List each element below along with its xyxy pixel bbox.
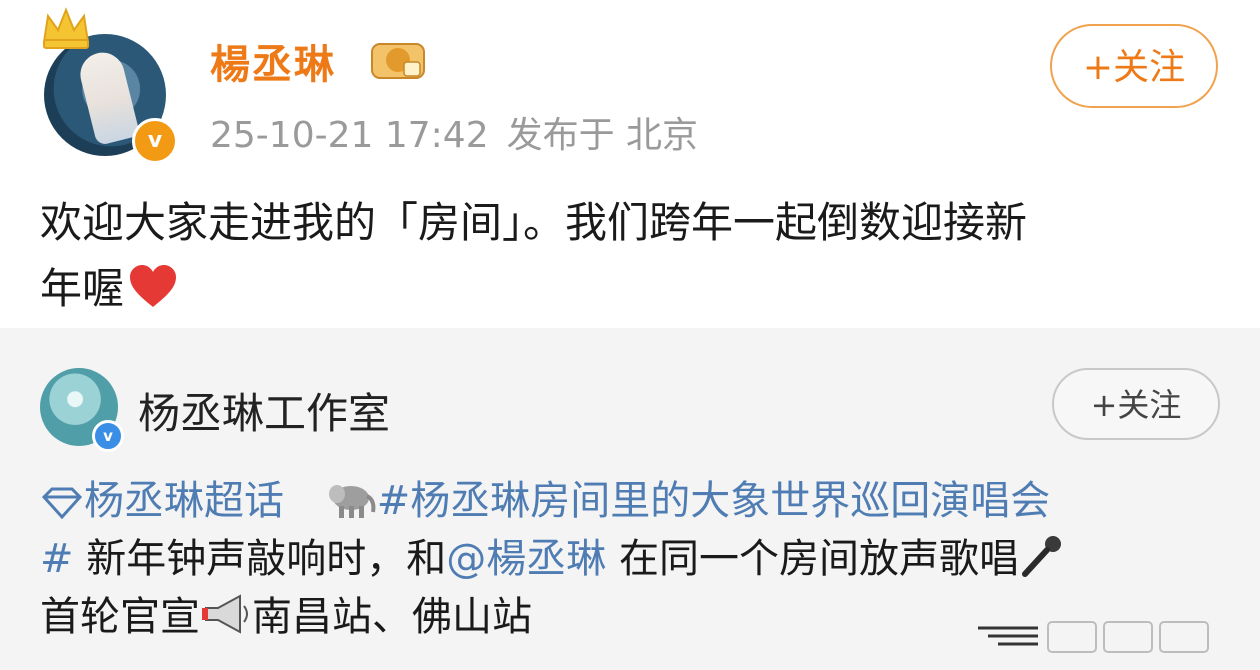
repost-line-2: # 新年钟声敲响时，和@楊丞琳 在同一个房间放声歌唱	[40, 530, 1230, 588]
repost-follow-button[interactable]: +关注	[1052, 368, 1220, 440]
avatar-figure	[75, 48, 141, 146]
post-text-line-1: 欢迎大家走进我的「房间」。我们跨年一起倒数迎接新	[40, 198, 1028, 247]
elephant-icon	[328, 485, 376, 518]
repost-line-3-text-2: 南昌站、佛山站	[252, 594, 532, 640]
repost-line-1: 杨丞琳超话 #杨丞琳房间里的大象世界巡回演唱会	[40, 472, 1230, 530]
concert-topic-link[interactable]: #杨丞琳房间里的大象世界巡回演唱会	[377, 478, 1051, 524]
post-card: v 楊丞琳 25-10-21 17:42 发布于 北京 +关注 欢迎大家走进我的「…	[0, 0, 1260, 328]
post-time: 25-10-21 17:42	[210, 115, 489, 156]
repost-author-name[interactable]: 杨丞琳工作室	[138, 380, 390, 441]
diamond-icon	[41, 487, 83, 520]
post-meta: 25-10-21 17:42 发布于 北京	[210, 106, 716, 158]
post-text-line-2: 年喔	[40, 256, 1230, 322]
repost-card[interactable]: v 杨丞琳工作室 +关注 杨丞琳超话 #杨丞琳房间里的大象世界巡回演唱会 # 新…	[0, 328, 1260, 670]
verified-badge-icon: v	[132, 118, 178, 164]
watermark-icon	[978, 621, 1209, 653]
post-location: 发布于 北京	[506, 115, 699, 156]
rank-badge-icon[interactable]	[368, 38, 428, 82]
heart-icon	[130, 265, 177, 307]
microphone-icon	[1021, 536, 1061, 577]
repost-line-2-text-2: 在同一个房间放声歌唱	[606, 536, 1019, 582]
mention-link[interactable]: @楊丞琳	[446, 536, 606, 582]
follow-button[interactable]: +关注	[1050, 24, 1218, 108]
post-text-line-2-text: 年喔	[40, 264, 125, 313]
megaphone-icon	[202, 594, 248, 634]
crown-icon	[42, 7, 90, 49]
verified-badge-icon: v	[92, 420, 124, 452]
repost-line-2-text: 新年钟声敲响时，和	[73, 536, 447, 582]
post-body: 欢迎大家走进我的「房间」。我们跨年一起倒数迎接新 年喔	[40, 190, 1230, 322]
super-topic-link[interactable]: 杨丞琳超话	[84, 478, 284, 524]
repost-line-3-text: 首轮官宣	[40, 594, 200, 640]
author-name[interactable]: 楊丞琳	[210, 32, 336, 90]
hash-link[interactable]: #	[40, 536, 74, 582]
author-avatar[interactable]: v	[40, 7, 178, 164]
